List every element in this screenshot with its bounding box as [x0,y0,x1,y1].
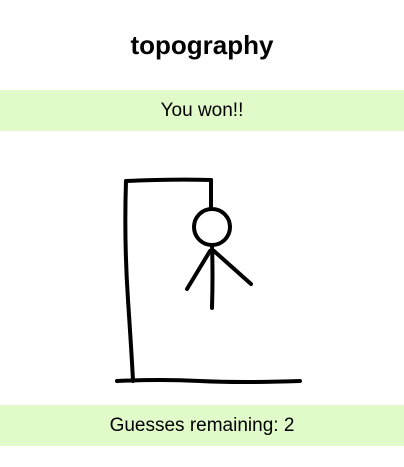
hangman-right-arm [212,249,253,286]
hangman-left-arm [185,249,212,291]
game-status-banner: You won!! [0,90,404,131]
gallows-base [115,378,302,384]
guesses-remaining-label: Guesses remaining: [109,415,279,436]
hangman-drawing [115,177,302,384]
game-status-text: You won!! [160,100,244,121]
hangman-figure [185,207,253,310]
guesses-remaining-banner: Guesses remaining: 2 [0,405,404,446]
hangman-head [192,207,232,247]
gallows-beam [124,177,213,183]
secret-word: topography [130,30,274,60]
hangman-body [210,243,215,310]
gallows-post [123,179,135,383]
guesses-remaining-count: 2 [283,415,295,436]
